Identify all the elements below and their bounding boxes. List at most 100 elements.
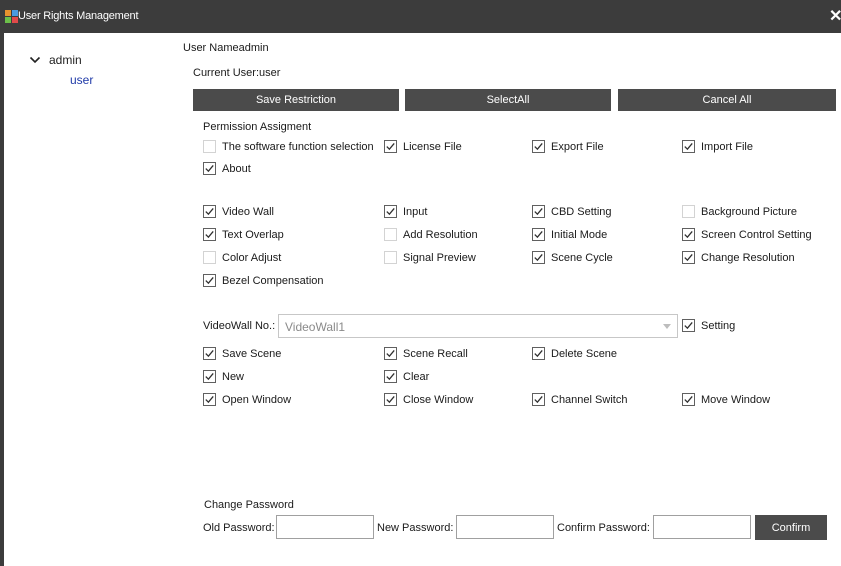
checkbox-box[interactable] xyxy=(532,140,545,153)
checkbox-box[interactable] xyxy=(384,370,397,383)
checkbox-color-adjust[interactable]: Color Adjust xyxy=(203,250,281,265)
checkbox-bezel-compensation[interactable]: Bezel Compensation xyxy=(203,273,324,288)
checkbox-box[interactable] xyxy=(532,228,545,241)
old-password-label: Old Password: xyxy=(203,522,275,534)
checkmark-icon xyxy=(534,349,543,358)
checkbox-label: CBD Setting xyxy=(551,205,612,218)
old-password-input[interactable] xyxy=(276,515,374,539)
checkbox-box[interactable] xyxy=(682,251,695,264)
checkbox-label: Import File xyxy=(701,140,753,153)
checkbox-box[interactable] xyxy=(203,347,216,360)
checkbox-label: Open Window xyxy=(222,393,292,406)
checkbox-box[interactable] xyxy=(682,140,695,153)
checkbox-change-resolution[interactable]: Change Resolution xyxy=(682,250,795,265)
checkmark-icon xyxy=(534,207,543,216)
checkbox-box[interactable] xyxy=(203,251,216,264)
checkbox-box[interactable] xyxy=(384,205,397,218)
checkmark-icon xyxy=(534,230,543,239)
checkbox-box[interactable] xyxy=(532,347,545,360)
select-all-button[interactable]: SelectAll xyxy=(405,89,611,111)
cancel-all-button[interactable]: Cancel All xyxy=(618,89,836,111)
tree-node-user[interactable]: user xyxy=(70,73,93,87)
checkbox-about[interactable]: About xyxy=(203,161,251,176)
app-icon xyxy=(5,10,18,23)
chevron-down-icon[interactable] xyxy=(29,54,41,66)
checkbox-channel-switch[interactable]: Channel Switch xyxy=(532,392,627,407)
checkbox-cbd-setting[interactable]: CBD Setting xyxy=(532,204,612,219)
checkbox-label: About xyxy=(222,162,251,175)
checkbox-box[interactable] xyxy=(384,228,397,241)
checkbox-video-wall[interactable]: Video Wall xyxy=(203,204,274,219)
checkbox-scene-cycle[interactable]: Scene Cycle xyxy=(532,250,613,265)
confirm-password-input[interactable] xyxy=(653,515,751,539)
checkbox-move-window[interactable]: Move Window xyxy=(682,392,770,407)
checkbox-label: Change Resolution xyxy=(701,251,795,264)
checkbox-label: Channel Switch xyxy=(551,393,628,406)
checkbox-software-function-selection[interactable]: The software function selection xyxy=(203,139,374,154)
checkmark-icon xyxy=(684,395,693,404)
checkmark-icon xyxy=(684,142,693,151)
checkbox-box[interactable] xyxy=(384,251,397,264)
checkbox-scene-recall[interactable]: Scene Recall xyxy=(384,346,468,361)
checkbox-box[interactable] xyxy=(384,347,397,360)
checkbox-new[interactable]: New xyxy=(203,369,244,384)
user-tree: admin user xyxy=(4,33,174,566)
checkbox-open-window[interactable]: Open Window xyxy=(203,392,291,407)
window-border-right xyxy=(837,33,841,566)
checkbox-label: Scene Cycle xyxy=(551,251,613,264)
checkbox-import-file[interactable]: Import File xyxy=(682,139,753,154)
checkbox-label: Bezel Compensation xyxy=(222,274,324,287)
checkbox-box[interactable] xyxy=(203,274,216,287)
checkbox-box[interactable] xyxy=(203,228,216,241)
checkbox-text-overlap[interactable]: Text Overlap xyxy=(203,227,284,242)
checkbox-box[interactable] xyxy=(682,319,695,332)
checkbox-box[interactable] xyxy=(203,162,216,175)
checkbox-setting[interactable]: Setting xyxy=(682,318,735,333)
checkbox-box[interactable] xyxy=(682,228,695,241)
checkbox-box[interactable] xyxy=(532,205,545,218)
checkbox-add-resolution[interactable]: Add Resolution xyxy=(384,227,478,242)
new-password-input[interactable] xyxy=(456,515,554,539)
checkbox-clear[interactable]: Clear xyxy=(384,369,429,384)
checkbox-label: License File xyxy=(403,140,462,153)
checkbox-save-scene[interactable]: Save Scene xyxy=(203,346,281,361)
checkmark-icon xyxy=(386,395,395,404)
checkmark-icon xyxy=(684,321,693,330)
confirm-button[interactable]: Confirm xyxy=(755,515,827,540)
checkbox-delete-scene[interactable]: Delete Scene xyxy=(532,346,617,361)
checkmark-icon xyxy=(386,207,395,216)
videowall-select[interactable]: VideoWall1 xyxy=(278,314,678,338)
checkbox-box[interactable] xyxy=(532,251,545,264)
checkbox-label: Export File xyxy=(551,140,604,153)
save-restriction-button[interactable]: Save Restriction xyxy=(193,89,399,111)
checkbox-initial-mode[interactable]: Initial Mode xyxy=(532,227,607,242)
checkbox-label: Delete Scene xyxy=(551,347,618,360)
dropdown-arrow-icon[interactable] xyxy=(663,324,671,329)
checkbox-input[interactable]: Input xyxy=(384,204,427,219)
checkbox-signal-preview[interactable]: Signal Preview xyxy=(384,250,476,265)
checkbox-license-file[interactable]: License File xyxy=(384,139,462,154)
checkmark-icon xyxy=(205,276,214,285)
tree-node-admin[interactable]: admin xyxy=(29,53,82,67)
close-icon[interactable]: ✕ xyxy=(829,6,841,26)
checkbox-box[interactable] xyxy=(203,393,216,406)
checkbox-box[interactable] xyxy=(682,205,695,218)
checkmark-icon xyxy=(534,253,543,262)
videowall-select-value: VideoWall1 xyxy=(285,320,346,334)
checkbox-box[interactable] xyxy=(682,393,695,406)
change-password-title: Change Password xyxy=(204,499,294,511)
checkbox-label: Signal Preview xyxy=(403,251,476,264)
checkbox-box[interactable] xyxy=(203,370,216,383)
checkbox-screen-control-setting[interactable]: Screen Control Setting xyxy=(682,227,812,242)
checkbox-box[interactable] xyxy=(203,205,216,218)
checkbox-box[interactable] xyxy=(384,140,397,153)
checkmark-icon xyxy=(205,349,214,358)
checkbox-box[interactable] xyxy=(203,140,216,153)
checkmark-icon xyxy=(534,395,543,404)
checkbox-label: Initial Mode xyxy=(551,228,608,241)
checkbox-background-picture[interactable]: Background Picture xyxy=(682,204,797,219)
checkbox-export-file[interactable]: Export File xyxy=(532,139,604,154)
checkbox-box[interactable] xyxy=(532,393,545,406)
checkbox-box[interactable] xyxy=(384,393,397,406)
checkbox-close-window[interactable]: Close Window xyxy=(384,392,473,407)
